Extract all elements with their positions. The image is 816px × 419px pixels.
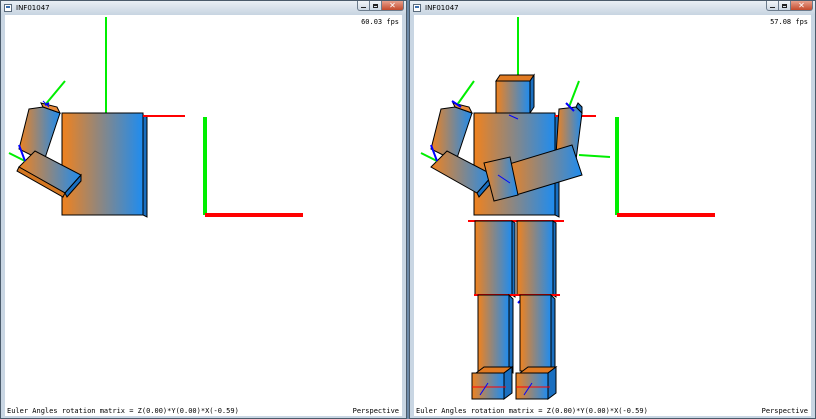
minimize-icon: [770, 6, 775, 8]
title-bar[interactable]: INF01047 ✕: [410, 1, 815, 15]
window-title: INF01047: [16, 4, 50, 12]
head: [495, 17, 535, 115]
world-axes: [203, 117, 303, 217]
close-icon: ✕: [389, 0, 396, 10]
projection-mode: Perspective: [761, 407, 808, 415]
maximize-icon: [373, 3, 378, 8]
minimize-icon: [361, 6, 366, 8]
window-title: INF01047: [425, 4, 459, 12]
maximize-button[interactable]: [370, 1, 382, 11]
fps-counter: 57.08 fps: [770, 18, 808, 26]
minimize-button[interactable]: [357, 1, 370, 11]
right-shin: [516, 293, 560, 374]
torso: [61, 17, 185, 218]
status-text: Euler Angles rotation matrix = Z(0.00)*Y…: [416, 407, 648, 415]
upper-arm: [18, 80, 66, 159]
app-window-left: INF01047 ✕ 60.03 fps Euler Angles rotati…: [0, 0, 407, 419]
right-thigh: [514, 220, 564, 298]
fps-counter: 60.03 fps: [361, 18, 399, 26]
window-controls: ✕: [766, 1, 813, 11]
render-viewport[interactable]: 60.03 fps Euler Angles rotation matrix =…: [5, 15, 402, 416]
left-upper-arm: [430, 80, 475, 159]
minimize-button[interactable]: [766, 1, 779, 11]
left-foot: [471, 366, 514, 400]
app-icon: [413, 4, 421, 12]
right-foot: [515, 366, 558, 400]
close-button[interactable]: ✕: [791, 1, 813, 11]
close-icon: ✕: [798, 0, 805, 10]
left-shin: [474, 293, 518, 374]
world-axes: [615, 117, 715, 217]
render-viewport[interactable]: 57.08 fps Euler Angles rotation matrix =…: [414, 15, 811, 416]
status-text: Euler Angles rotation matrix = Z(0.00)*Y…: [7, 407, 239, 415]
close-button[interactable]: ✕: [382, 1, 404, 11]
window-controls: ✕: [357, 1, 404, 11]
3d-scene[interactable]: [5, 15, 402, 416]
app-window-right: INF01047 ✕ 57.08 fps Euler Angles rotati…: [409, 0, 816, 419]
left-thigh: [468, 220, 518, 298]
maximize-icon: [782, 3, 787, 8]
title-bar[interactable]: INF01047 ✕: [1, 1, 406, 15]
3d-scene[interactable]: [414, 15, 811, 416]
app-icon: [4, 4, 12, 12]
maximize-button[interactable]: [779, 1, 791, 11]
projection-mode: Perspective: [352, 407, 399, 415]
